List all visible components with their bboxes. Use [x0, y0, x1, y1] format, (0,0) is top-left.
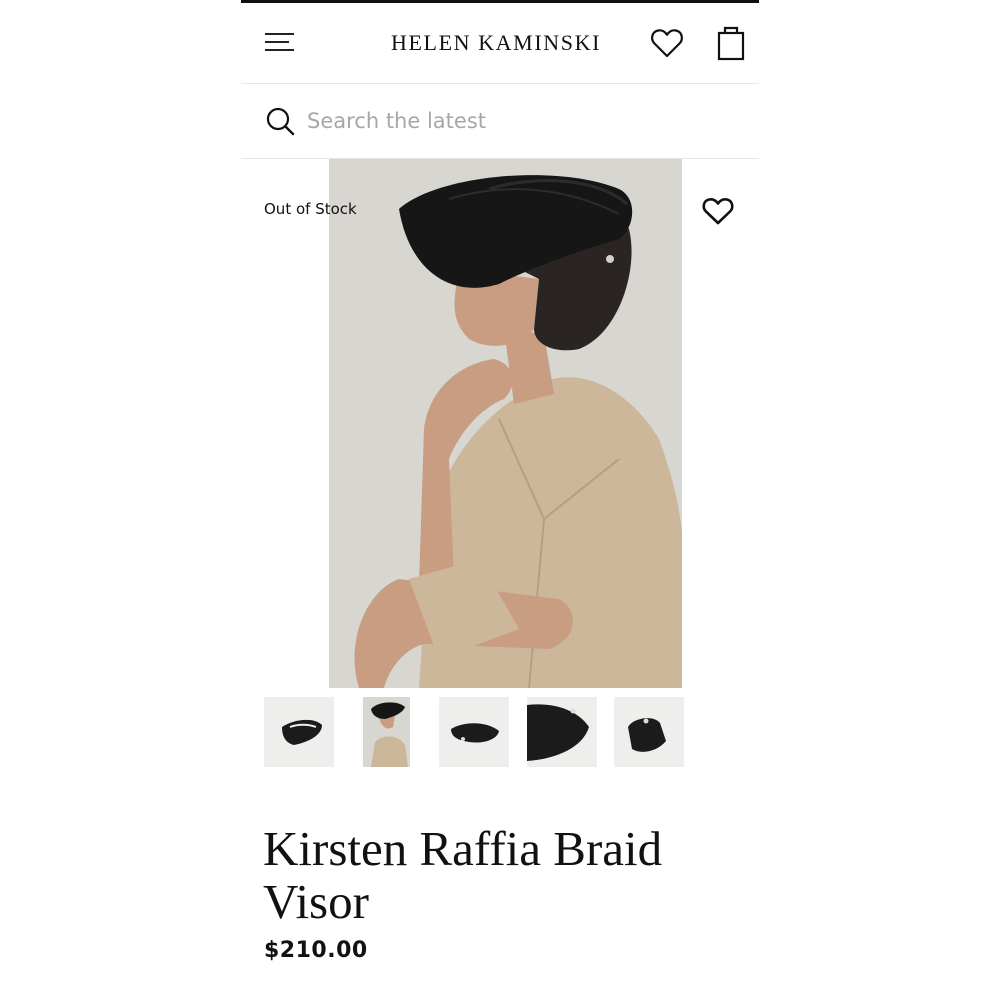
search-bar	[241, 84, 759, 159]
thumbnail-4[interactable]	[527, 697, 597, 767]
thumbnail-2[interactable]	[363, 697, 410, 767]
product-title: Kirsten Raffia Braid Visor	[263, 821, 663, 929]
search-input[interactable]	[307, 102, 727, 140]
search-icon[interactable]	[265, 106, 295, 136]
thumbnail-strip	[241, 697, 759, 767]
heart-icon[interactable]	[649, 25, 685, 61]
thumbnail-1[interactable]	[264, 697, 334, 767]
thumbnail-3[interactable]	[439, 697, 509, 767]
hamburger-menu-icon[interactable]	[265, 29, 295, 55]
thumbnail-5[interactable]	[614, 697, 684, 767]
product-description-preview	[263, 992, 723, 1000]
site-header: HELEN KAMINSKI	[241, 3, 759, 84]
wishlist-heart-icon[interactable]	[701, 196, 735, 226]
stock-status-label: Out of Stock	[264, 200, 357, 218]
brand-logo[interactable]: HELEN KAMINSKI	[391, 27, 611, 59]
product-hero-image[interactable]	[329, 159, 682, 688]
shopping-bag-icon[interactable]	[715, 23, 747, 63]
product-page: HELEN KAMINSKI Search the latest Out of …	[241, 0, 759, 1000]
product-price: $210.00	[264, 938, 368, 963]
